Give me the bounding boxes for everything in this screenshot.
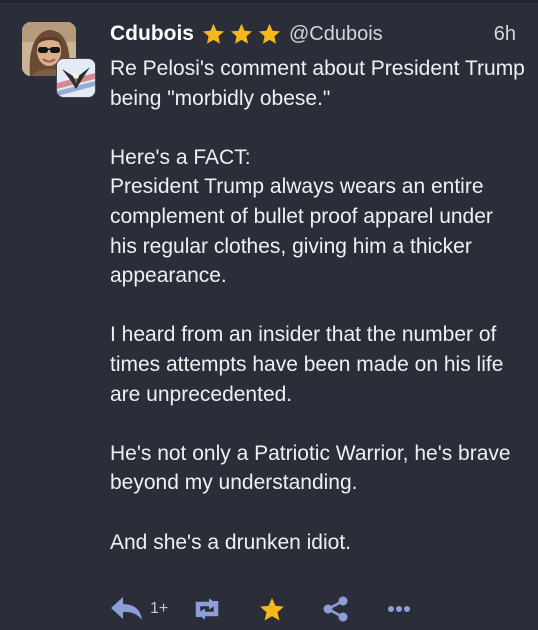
reply-icon bbox=[111, 597, 142, 620]
more-options-button[interactable] bbox=[387, 594, 411, 624]
top-divider bbox=[0, 0, 538, 3]
post-paragraph: Re Pelosi's comment about President Trum… bbox=[110, 57, 525, 110]
star-icon bbox=[202, 23, 225, 44]
share-icon bbox=[323, 596, 348, 622]
star-rating bbox=[201, 22, 285, 46]
post-paragraph: Here's a FACT: President Trump always we… bbox=[110, 145, 493, 288]
boosted-by-avatar[interactable] bbox=[56, 58, 96, 98]
post-paragraph: And she's a drunken idiot. bbox=[110, 530, 351, 554]
post-header: Cdubois @Cdubois bbox=[110, 19, 383, 49]
post-actions: 1+ bbox=[110, 594, 420, 624]
author-handle[interactable]: @Cdubois bbox=[289, 23, 383, 46]
post-paragraph: I heard from an insider that the number … bbox=[110, 323, 504, 406]
post-timestamp[interactable]: 6h bbox=[494, 19, 516, 49]
boost-button[interactable] bbox=[192, 594, 222, 624]
favourite-icon bbox=[260, 597, 284, 620]
more-icon bbox=[388, 606, 410, 612]
post-paragraph: He's not only a Patriotic Warrior, he's … bbox=[110, 441, 511, 495]
star-icon bbox=[258, 23, 281, 44]
eagle-flag-image bbox=[57, 59, 95, 97]
star-icon bbox=[230, 23, 253, 44]
share-button[interactable] bbox=[322, 594, 350, 624]
favourite-button[interactable] bbox=[258, 594, 286, 624]
post-content: Re Pelosi's comment about President Trum… bbox=[110, 54, 525, 557]
reply-button[interactable]: 1+ bbox=[110, 594, 168, 624]
reply-count: 1+ bbox=[150, 600, 169, 617]
author-name[interactable]: Cdubois bbox=[110, 22, 194, 46]
boost-icon bbox=[195, 598, 219, 620]
